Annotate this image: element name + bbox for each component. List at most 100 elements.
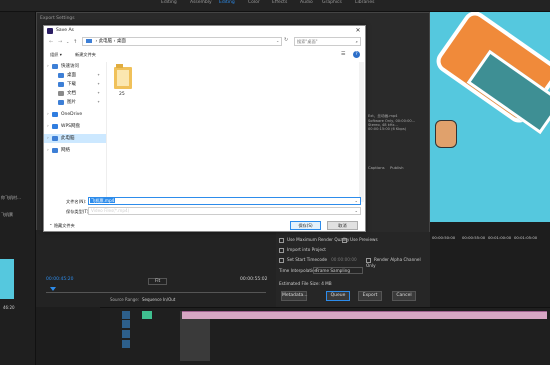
sidebar-item[interactable]: › 此电脑	[44, 134, 106, 143]
hide-folders-toggle[interactable]: ⌃ 隐藏文件夹	[49, 223, 75, 229]
time-interp-select[interactable]: Frame Sampling	[313, 267, 363, 274]
project-item-label-2: 飞机票	[1, 212, 13, 217]
tab-assembly[interactable]: Assembly	[190, 0, 212, 5]
search-icon: ⌕	[355, 39, 358, 44]
save-button[interactable]: 保存(S)	[290, 221, 321, 230]
cancel-button[interactable]: Cancel	[392, 291, 416, 301]
scrub-bar[interactable]	[46, 292, 266, 293]
tab-graphics[interactable]: Graphics	[322, 0, 342, 5]
project-thumbnail	[0, 259, 14, 299]
track-target-a1[interactable]	[122, 330, 130, 338]
tab-publish[interactable]: Publish	[390, 165, 404, 170]
folder-icon	[114, 64, 132, 89]
expand-chevron-icon[interactable]: ›	[47, 122, 51, 131]
est-size-label: Estimated File Size:	[279, 281, 320, 286]
project-panel: 你飞机村… 飞机票 46:20	[0, 12, 36, 365]
filename-label: 文件名(N):	[66, 199, 87, 204]
tab-libraries[interactable]: Libraries	[355, 0, 374, 5]
source-range-value[interactable]: Sequence In/Out	[142, 297, 175, 302]
desktop-icon	[58, 73, 64, 78]
tab-editing[interactable]: Editing	[161, 0, 177, 5]
pin-icon[interactable]: ✦	[97, 80, 100, 89]
pin-icon[interactable]: ✦	[97, 89, 100, 98]
tab-color[interactable]: Color	[248, 0, 260, 5]
chevron-up-icon: ⌃	[49, 223, 53, 228]
sidebar-item-label: 网络	[61, 148, 70, 153]
cloud-drive-icon	[52, 124, 58, 129]
view-options-icon[interactable]: ☰	[341, 51, 345, 57]
track-eye-toggle[interactable]	[142, 311, 152, 319]
file-list-scrollbar[interactable]	[359, 62, 364, 202]
ruler-time-2: 00:00:55:00	[462, 235, 486, 240]
track-target-v1[interactable]	[122, 311, 130, 319]
premiere-top-bar: Editing Assembly Editing Color Effects A…	[0, 0, 550, 12]
filename-input[interactable]: 飞机票.mp4 ⌄	[88, 197, 361, 205]
breadcrumb-this-pc[interactable]: 此电脑	[99, 39, 113, 44]
ruler-time-3: 00:01:00:00	[488, 235, 512, 240]
max-render-checkbox[interactable]	[279, 237, 284, 243]
export-button[interactable]: Export	[358, 291, 382, 301]
audio-clip[interactable]	[182, 311, 547, 319]
help-icon[interactable]: ?	[353, 51, 360, 58]
search-placeholder: 搜索"桌面"	[297, 39, 318, 44]
sidebar-item[interactable]: › 快速访问	[44, 62, 106, 71]
nav-recent-button[interactable]: ⌄	[66, 39, 69, 44]
sidebar-item[interactable]: › 网络	[44, 146, 106, 155]
fit-select[interactable]: Fit	[148, 278, 168, 285]
folder-item[interactable]: 25	[112, 64, 134, 103]
save-as-dialog: Save As ✕ ← → ⌄ ↑ › 此电脑 › 桌面 ⌄ ↻ 搜索"桌面" …	[43, 25, 366, 232]
hide-folders-label: 隐藏文件夹	[53, 223, 75, 228]
import-project-checkbox[interactable]	[279, 247, 284, 253]
sidebar-item-label: 此电脑	[61, 136, 75, 141]
sidebar-item[interactable]: 图片 ✦	[44, 98, 106, 107]
search-input[interactable]: 搜索"桌面" ⌕	[294, 37, 361, 46]
address-pc-icon	[86, 38, 92, 43]
start-timecode-checkbox[interactable]	[279, 257, 284, 263]
nav-up-button[interactable]: ↑	[73, 39, 77, 45]
filename-dropdown-icon[interactable]: ⌄	[354, 198, 358, 204]
sidebar-item[interactable]: › WPS网盘	[44, 122, 106, 131]
pin-icon[interactable]: ✦	[97, 98, 100, 107]
track-target-v2[interactable]	[122, 320, 130, 328]
filetype-select[interactable]: Video Files(*.mp4) ⌄	[88, 207, 361, 215]
export-summary-line: 00:00:15:00 (6 Kbps)	[368, 127, 407, 131]
sidebar-item[interactable]: 文档 ✦	[44, 89, 106, 98]
expand-chevron-icon[interactable]: ›	[47, 110, 51, 119]
expand-chevron-icon[interactable]: ›	[47, 134, 51, 143]
filetype-label: 保存类型(T):	[66, 209, 90, 214]
dialog-cancel-button[interactable]: 取消	[327, 221, 358, 230]
max-render-label: Use Maximum Render Quality	[287, 237, 350, 242]
tab-audio[interactable]: Audio	[300, 0, 313, 5]
refresh-icon[interactable]: ↻	[284, 37, 288, 43]
network-icon	[52, 148, 58, 153]
address-dropdown-button[interactable]: ⌄	[276, 38, 279, 43]
nav-back-button[interactable]: ←	[49, 39, 53, 45]
nav-forward-button[interactable]: →	[58, 39, 62, 45]
address-bar[interactable]: › 此电脑 › 桌面	[82, 37, 282, 46]
expand-chevron-icon[interactable]: ›	[47, 62, 51, 71]
sidebar-item[interactable]: 下载 ✦	[44, 80, 106, 89]
close-icon[interactable]: ✕	[351, 26, 365, 36]
est-size-value: 4 MB	[321, 281, 332, 286]
sidebar-item[interactable]: › OneDrive	[44, 110, 106, 119]
tab-effects[interactable]: Effects	[272, 0, 287, 5]
organize-menu[interactable]: 组织 ▾	[50, 52, 62, 58]
pin-icon[interactable]: ✦	[97, 71, 100, 80]
expand-chevron-icon[interactable]: ›	[47, 146, 51, 155]
track-target-a2[interactable]	[122, 340, 130, 348]
new-folder-button[interactable]: 新建文件夹	[75, 52, 96, 58]
breadcrumb-desktop[interactable]: 桌面	[117, 39, 126, 44]
sidebar-item[interactable]: 桌面 ✦	[44, 71, 106, 80]
metadata-button[interactable]: Metadata...	[281, 291, 308, 301]
use-previews-checkbox[interactable]	[342, 237, 347, 243]
tab-captions[interactable]: Captions	[368, 165, 385, 170]
folder-name: 25	[119, 92, 125, 97]
ruler-time-1: 00:00:50:00	[432, 235, 456, 240]
source-monitor: 00:00:45:20 Fit 00:00:55:02 Source Range…	[36, 230, 276, 307]
timeline-ruler: 00:00:50:00 00:00:55:00 00:01:00:00 00:0…	[430, 235, 550, 245]
timecode-in: 00:00:45:20	[46, 277, 74, 282]
sidebar-item-label: 图片	[67, 100, 76, 105]
tab-editing-active[interactable]: Editing	[219, 0, 235, 5]
playhead[interactable]	[50, 287, 56, 291]
queue-button[interactable]: Queue	[326, 291, 350, 301]
